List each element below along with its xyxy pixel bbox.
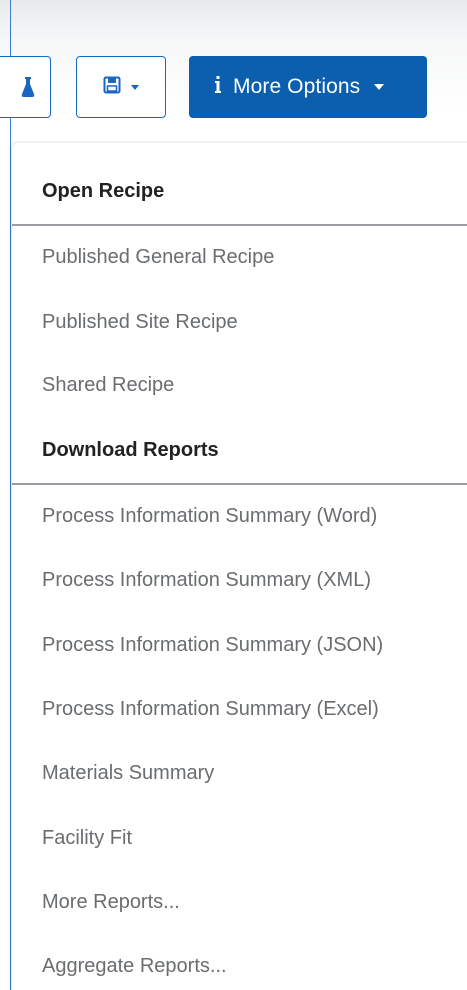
- chevron-down-icon: [131, 84, 139, 90]
- menu-item-aggregate-reports[interactable]: Aggregate Reports...: [42, 955, 227, 978]
- menu-item-facility-fit[interactable]: Facility Fit: [42, 827, 132, 850]
- floppy-disk-icon: [103, 76, 121, 99]
- chevron-down-icon: [374, 84, 385, 90]
- section-divider: [12, 483, 467, 485]
- more-options-dropdown: Open Recipe Published General Recipe Pub…: [12, 143, 467, 990]
- info-icon: [215, 75, 221, 99]
- more-options-button[interactable]: More Options: [189, 56, 427, 118]
- menu-item-process-info-excel[interactable]: Process Information Summary (Excel): [42, 698, 379, 721]
- more-options-label: More Options: [233, 75, 361, 98]
- menu-item-process-info-json[interactable]: Process Information Summary (JSON): [42, 634, 383, 657]
- menu-item-process-info-xml[interactable]: Process Information Summary (XML): [42, 569, 371, 592]
- screen: More Options Open Recipe Published Gener…: [0, 0, 467, 990]
- section-divider: [12, 224, 467, 226]
- save-dropdown-button[interactable]: [76, 56, 166, 118]
- flask-button[interactable]: [0, 56, 51, 118]
- download-reports-header: Download Reports: [42, 439, 219, 461]
- menu-item-materials-summary[interactable]: Materials Summary: [42, 762, 214, 785]
- flask-icon: [20, 76, 36, 103]
- menu-item-more-reports[interactable]: More Reports...: [42, 891, 180, 914]
- open-recipe-header: Open Recipe: [42, 180, 165, 202]
- menu-item-published-general-recipe[interactable]: Published General Recipe: [42, 246, 274, 269]
- menu-item-published-site-recipe[interactable]: Published Site Recipe: [42, 311, 238, 334]
- menu-item-process-info-word[interactable]: Process Information Summary (Word): [42, 505, 377, 528]
- menu-item-shared-recipe[interactable]: Shared Recipe: [42, 374, 174, 397]
- left-border: [10, 0, 11, 990]
